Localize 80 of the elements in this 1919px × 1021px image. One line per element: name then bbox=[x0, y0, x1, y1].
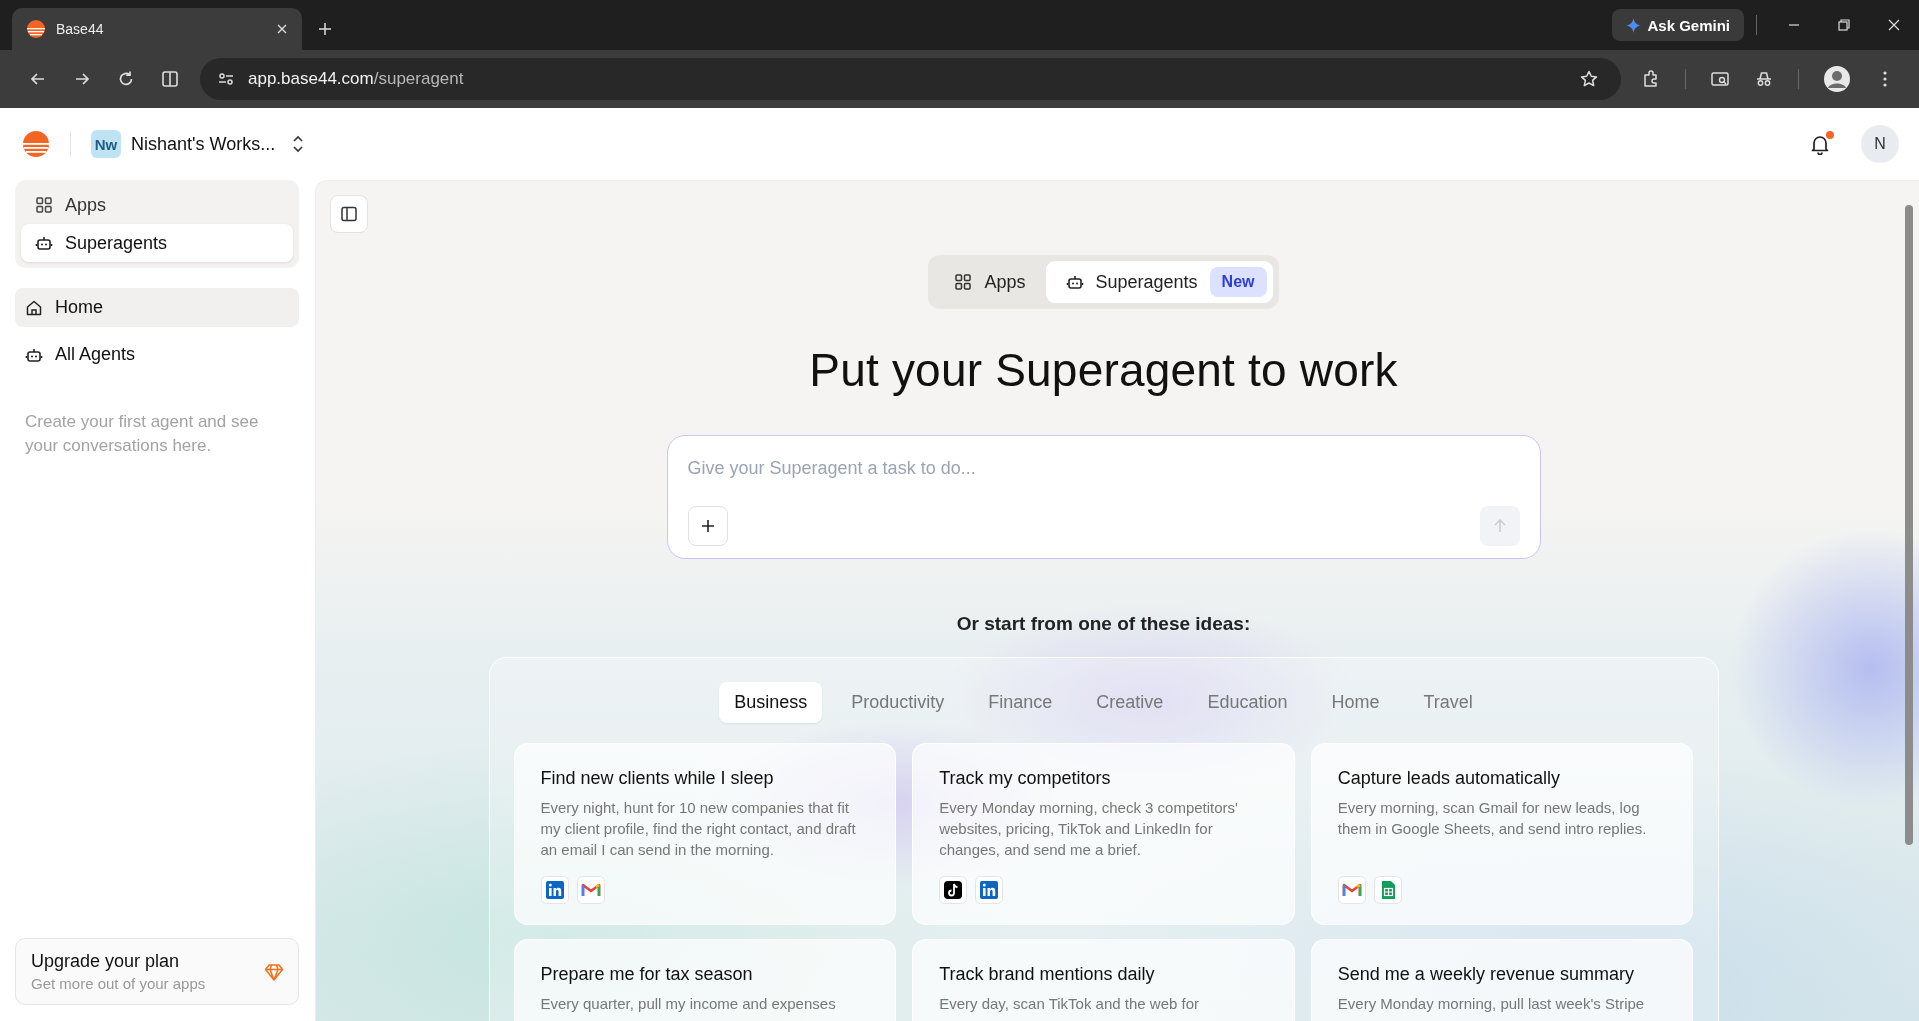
workspace-name: Nishant's Works... bbox=[131, 133, 276, 155]
split-view-icon[interactable] bbox=[160, 69, 180, 89]
diamond-icon bbox=[264, 961, 284, 982]
logo-icon bbox=[26, 19, 46, 39]
ask-gemini-button[interactable]: Ask Gemini bbox=[1612, 9, 1744, 41]
category-tab[interactable]: Productivity bbox=[836, 682, 960, 723]
card-title: Track my competitors bbox=[939, 768, 1112, 789]
ideas-heading: Or start from one of these ideas: bbox=[956, 613, 1251, 635]
card-title: Capture leads automatically bbox=[1337, 768, 1561, 789]
category-tab[interactable]: Education bbox=[1192, 682, 1303, 723]
home-icon bbox=[25, 298, 43, 317]
sparkle-icon bbox=[1626, 17, 1642, 33]
browser-tab[interactable]: Base44 bbox=[12, 8, 302, 50]
music-note-icon bbox=[939, 876, 968, 904]
mode-label: Superagents bbox=[1095, 271, 1198, 293]
close-icon[interactable] bbox=[1887, 18, 1901, 32]
idea-card[interactable]: Capture leads automatically Every morning, scan Gmail for new leads, log them in Google Sheets, and send intro replies. bbox=[1310, 743, 1694, 925]
logo-icon[interactable] bbox=[22, 130, 50, 158]
star-icon[interactable] bbox=[1579, 69, 1599, 89]
workspace-badge: Nw bbox=[91, 130, 121, 158]
url-text: app.base44.com/superagent bbox=[248, 69, 464, 89]
card-description: Every Monday morning, pull last week's Stripe bbox=[1337, 994, 1646, 1014]
mode-tab[interactable]: Superagents bbox=[21, 224, 293, 262]
bell-icon[interactable] bbox=[1809, 133, 1831, 155]
upgrade-subtitle: Get more out of your apps bbox=[31, 975, 207, 992]
grid-icon bbox=[954, 273, 973, 291]
upgrade-card[interactable]: Upgrade your plan Get more out of your apps bbox=[15, 938, 299, 1005]
mode-tab[interactable]: Apps bbox=[934, 261, 1042, 303]
spreadsheet-icon bbox=[1373, 876, 1402, 904]
incognito-icon[interactable] bbox=[1754, 69, 1774, 89]
category-tab[interactable]: Business bbox=[719, 682, 823, 723]
workspace-switcher[interactable]: Nw Nishant's Works... bbox=[91, 130, 306, 158]
mode-tab[interactable]: Apps bbox=[21, 186, 293, 224]
idea-card[interactable]: Find new clients while I sleep Every night, hunt for 10 new companies that fit my client profile, find the right contact, and draft an email I can send in the morning. bbox=[513, 743, 897, 925]
page-heading: Put your Superagent to work bbox=[809, 343, 1398, 397]
add-button[interactable] bbox=[687, 506, 728, 546]
close-icon[interactable] bbox=[276, 23, 288, 35]
mail-icon bbox=[1337, 876, 1366, 904]
sidebar-toggle-button[interactable] bbox=[330, 195, 368, 233]
card-description: Every night, hunt for 10 new companies that fit my client profile, find the right contact, and draft an email I can send in the morning. bbox=[540, 798, 857, 860]
card-description: Every day, scan TikTok and the web for bbox=[939, 994, 1200, 1014]
category-tab[interactable]: Creative bbox=[1081, 682, 1179, 723]
nav-item[interactable]: All Agents bbox=[15, 335, 299, 374]
grid-icon bbox=[35, 196, 53, 214]
user-avatar[interactable]: N bbox=[1861, 125, 1899, 163]
mail-icon bbox=[576, 876, 605, 904]
idea-card[interactable]: Track my competitors Every Monday morning, check 3 competitors' websites, pricing, TikTok and LinkedIn for changes, and send me a brief. bbox=[912, 743, 1295, 925]
card-title: Send me a weekly revenue summary bbox=[1337, 964, 1635, 985]
new-badge: New bbox=[1209, 267, 1267, 297]
upgrade-title: Upgrade your plan bbox=[31, 951, 181, 972]
card-title: Prepare me for tax season bbox=[540, 964, 754, 985]
task-input[interactable]: Give your Superagent a task to do... bbox=[687, 458, 1520, 479]
category-tab[interactable]: Travel bbox=[1408, 682, 1488, 723]
restore-icon[interactable] bbox=[1837, 18, 1851, 32]
card-title: Track brand mentions daily bbox=[939, 964, 1156, 985]
tab-search-icon[interactable] bbox=[1710, 69, 1730, 89]
chevron-updown-icon bbox=[291, 135, 306, 153]
robot-icon bbox=[35, 234, 53, 252]
robot-icon bbox=[1065, 273, 1084, 291]
category-tab[interactable]: Finance bbox=[973, 682, 1068, 723]
new-tab-icon[interactable] bbox=[318, 22, 332, 36]
sidebar-icon bbox=[340, 205, 358, 223]
linkedin-icon bbox=[540, 876, 569, 904]
card-description: Every morning, scan Gmail for new leads, log them in Google Sheets, and send intro replies. bbox=[1337, 798, 1648, 839]
linkedin-icon bbox=[975, 876, 1004, 904]
mode-label: Apps bbox=[984, 271, 1026, 293]
category-tab[interactable]: Home bbox=[1316, 682, 1395, 723]
address-bar[interactable]: app.base44.com/superagent bbox=[200, 58, 1621, 100]
card-description: Every quarter, pull my income and expenses bbox=[540, 994, 837, 1014]
card-description: Every Monday morning, check 3 competitors' websites, pricing, TikTok and LinkedIn for changes, and send me a brief. bbox=[939, 798, 1239, 860]
plus-icon bbox=[699, 518, 716, 534]
idea-card[interactable]: Send me a weekly revenue summary Every Monday morning, pull last week's Stripe bbox=[1310, 939, 1694, 1021]
profile-avatar-icon[interactable] bbox=[1823, 65, 1851, 93]
mode-tab[interactable]: Superagents New bbox=[1045, 261, 1273, 303]
idea-card[interactable]: Prepare me for tax season Every quarter, pull my income and expenses bbox=[513, 939, 897, 1021]
tab-title: Base44 bbox=[56, 21, 105, 37]
empty-note: Create your first agent and see your conversations here. bbox=[25, 411, 260, 457]
nav-item[interactable]: Home bbox=[15, 288, 299, 327]
idea-card[interactable]: Track brand mentions daily Every day, scan TikTok and the web for bbox=[912, 939, 1295, 1021]
card-title: Find new clients while I sleep bbox=[540, 768, 775, 789]
